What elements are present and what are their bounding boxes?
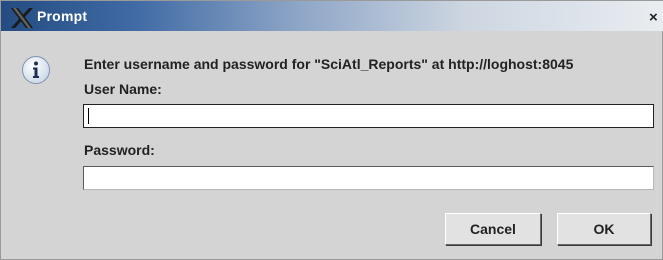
prompt-dialog: Prompt × Enter username and password for… — [0, 0, 663, 260]
x-logo-icon — [11, 8, 33, 28]
user-name-label: User Name: — [84, 81, 162, 97]
title-bar[interactable]: Prompt × — [1, 1, 663, 31]
ok-button[interactable]: OK — [557, 213, 651, 245]
info-icon — [22, 56, 50, 84]
text-caret — [88, 108, 89, 124]
cancel-button[interactable]: Cancel — [445, 213, 541, 245]
password-label: Password: — [84, 142, 155, 158]
close-icon[interactable]: × — [649, 10, 663, 27]
user-name-input[interactable] — [83, 104, 654, 128]
prompt-message: Enter username and password for "SciAtl_… — [84, 56, 574, 72]
password-input[interactable] — [83, 166, 654, 190]
window-title: Prompt — [37, 8, 88, 24]
